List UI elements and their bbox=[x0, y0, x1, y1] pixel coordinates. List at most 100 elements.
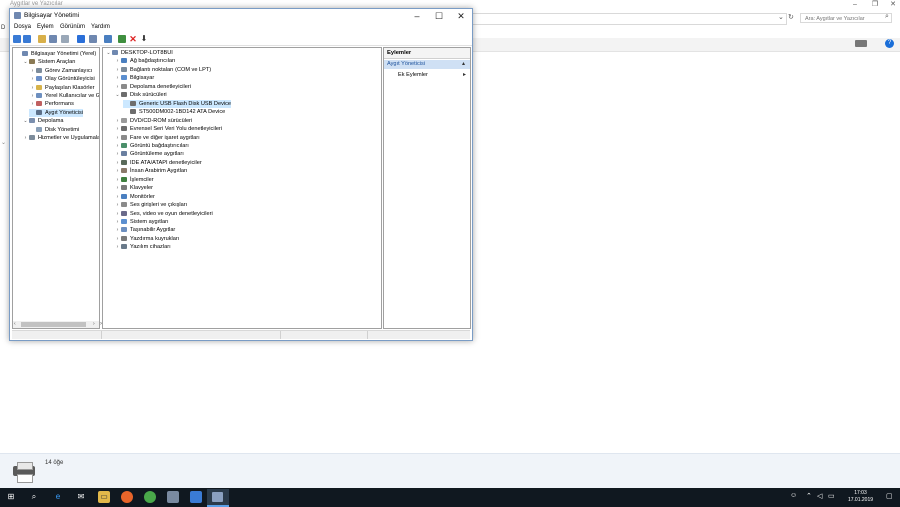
device-tree-item[interactable]: › Fare ve diğer işaret aygıtları bbox=[114, 134, 200, 142]
forward-icon[interactable] bbox=[23, 35, 31, 43]
scroll-left-icon[interactable]: ‹ bbox=[14, 321, 16, 327]
collapsed-chevron-icon[interactable]: › bbox=[114, 125, 121, 133]
device-tree-item[interactable]: › Sistem aygıtları bbox=[114, 218, 169, 226]
volume-icon[interactable]: ◁ bbox=[817, 492, 822, 500]
nav-tree-item[interactable]: › Görev Zamanlayıcı bbox=[29, 67, 93, 75]
network-icon[interactable]: ▭ bbox=[828, 492, 835, 500]
collapsed-chevron-icon[interactable]: › bbox=[114, 74, 121, 82]
device-tree-item[interactable]: › Görüntü bağdaştırıcıları bbox=[114, 142, 189, 150]
maximize-button[interactable]: ☐ bbox=[428, 10, 450, 22]
collapsed-chevron-icon[interactable]: › bbox=[114, 83, 121, 91]
device-tree-item[interactable]: › Ses, video ve oyun denetleyicileri bbox=[114, 210, 213, 218]
taskbar-clock[interactable]: 17:03 17.01.2019 bbox=[838, 490, 883, 504]
control-panel-icon[interactable] bbox=[190, 491, 202, 503]
nav-tree-item[interactable]: Bilgisayar Yönetimi (Yerel) bbox=[15, 50, 96, 58]
download-icon[interactable]: ⬇ bbox=[140, 35, 148, 43]
collapsed-chevron-icon[interactable]: › bbox=[114, 235, 121, 243]
nav-tree-item[interactable]: ⌄ Sistem Araçları bbox=[22, 58, 75, 66]
nav-tree-item[interactable]: › Paylaşılan Klasörler bbox=[29, 84, 95, 92]
menu-file[interactable]: Dosya bbox=[14, 24, 31, 30]
device-tree-item[interactable]: › Klavyeler bbox=[114, 184, 153, 192]
collapsed-chevron-icon[interactable]: › bbox=[114, 201, 121, 209]
device-tree-item[interactable]: › Bilgisayar bbox=[114, 74, 155, 82]
collapsed-chevron-icon[interactable]: › bbox=[114, 66, 121, 74]
collapsed-chevron-icon[interactable]: › bbox=[114, 117, 121, 125]
device-tree-item[interactable]: › Görüntüleme aygıtları bbox=[114, 150, 184, 158]
device-tree-item[interactable]: ST500DM002-1BD142 ATA Device bbox=[123, 108, 225, 116]
collapsed-chevron-icon[interactable]: › bbox=[29, 100, 36, 108]
close-button[interactable]: ✕ bbox=[450, 10, 472, 22]
collapsed-chevron-icon[interactable]: › bbox=[114, 167, 121, 175]
menu-view[interactable]: Görünüm bbox=[60, 24, 85, 30]
device-tree-item[interactable]: Generic USB Flash Disk USB Device bbox=[123, 99, 232, 108]
mail-icon[interactable]: ✉ bbox=[75, 491, 87, 503]
nav-tree-item[interactable]: Aygıt Yöneticisi bbox=[29, 108, 84, 117]
expanded-chevron-icon[interactable]: ⌄ bbox=[22, 58, 29, 66]
properties-icon[interactable] bbox=[61, 35, 69, 43]
expanded-chevron-icon[interactable]: ⌄ bbox=[22, 117, 29, 125]
collapsed-chevron-icon[interactable]: › bbox=[114, 150, 121, 158]
horizontal-scrollbar[interactable]: ‹ › bbox=[13, 321, 99, 328]
minimize-button[interactable]: – bbox=[406, 10, 428, 22]
device-tree-item[interactable]: › Monitörler bbox=[114, 193, 155, 201]
nav-tree-item[interactable]: › Hizmetler ve Uygulamalar bbox=[22, 134, 99, 142]
collapsed-chevron-icon[interactable]: › bbox=[114, 193, 121, 201]
view-options-icon[interactable] bbox=[855, 40, 867, 47]
nav-tree-item[interactable]: › Performans bbox=[29, 100, 74, 108]
nav-tree-item[interactable]: › Olay Görüntüleyicisi bbox=[29, 75, 95, 83]
back-icon[interactable] bbox=[13, 35, 21, 43]
show-hidden-icons-icon[interactable]: ⌃ bbox=[806, 492, 812, 500]
device-tree-item[interactable]: › Depolama denetleyicileri bbox=[114, 83, 191, 91]
uninstall-icon[interactable]: ✕ bbox=[129, 35, 137, 44]
collapsed-chevron-icon[interactable]: › bbox=[29, 92, 36, 100]
collapsed-chevron-icon[interactable]: › bbox=[114, 243, 121, 251]
people-icon[interactable]: ☺ bbox=[790, 492, 797, 499]
collapsed-chevron-icon[interactable]: › bbox=[114, 176, 121, 184]
collapsed-chevron-icon[interactable]: › bbox=[22, 134, 29, 142]
device-tree-item[interactable]: › IDE ATA/ATAPI denetleyiciler bbox=[114, 159, 202, 167]
expanded-chevron-icon[interactable]: ⌄ bbox=[114, 91, 121, 99]
bg-maximize-button[interactable]: ❐ bbox=[865, 0, 885, 10]
device-tree-item[interactable]: › Evrensel Seri Veri Yolu denetleyicileri bbox=[114, 125, 222, 133]
firefox-icon[interactable] bbox=[121, 491, 133, 503]
device-tree-item[interactable]: › İnsan Arabirim Aygıtları bbox=[114, 167, 188, 175]
device-tree-item[interactable]: › İşlemciler bbox=[114, 176, 154, 184]
help-icon[interactable] bbox=[77, 35, 85, 43]
update-driver-icon[interactable] bbox=[118, 35, 126, 43]
scroll-right-icon[interactable]: › bbox=[93, 321, 95, 327]
collapsed-chevron-icon[interactable]: › bbox=[114, 134, 121, 142]
nav-tree-item[interactable]: ⌄ Depolama bbox=[22, 117, 63, 125]
nav-tree-item[interactable]: › Yerel Kullanıcılar ve Gru bbox=[29, 92, 99, 100]
file-explorer-icon[interactable]: ▭ bbox=[98, 491, 110, 503]
computer-management-taskbar-button[interactable] bbox=[207, 489, 229, 507]
refresh-icon[interactable]: ↻ bbox=[788, 13, 794, 21]
collapsed-chevron-icon[interactable]: › bbox=[114, 210, 121, 218]
bg-minimize-button[interactable]: – bbox=[845, 0, 865, 10]
bg-close-button[interactable]: ✕ bbox=[883, 0, 900, 10]
collapsed-chevron-icon[interactable]: › bbox=[29, 84, 36, 92]
notifications-icon[interactable]: ▢ bbox=[886, 492, 893, 500]
menu-help[interactable]: Yardım bbox=[91, 24, 110, 30]
device-tree-item[interactable]: › Bağlantı noktaları (COM ve LPT) bbox=[114, 66, 211, 74]
collapse-icon[interactable]: ▴ bbox=[462, 60, 465, 67]
expanded-chevron-icon[interactable]: ⌄ bbox=[105, 49, 112, 57]
action-pane-icon[interactable] bbox=[89, 35, 97, 43]
collapsed-chevron-icon[interactable]: › bbox=[114, 57, 121, 65]
help-icon[interactable]: ? bbox=[885, 39, 894, 48]
collapsed-chevron-icon[interactable]: › bbox=[114, 142, 121, 150]
up-folder-icon[interactable] bbox=[38, 35, 46, 43]
collapsed-chevron-icon[interactable]: › bbox=[114, 226, 121, 234]
more-actions-item[interactable]: Ek Eylemler ▸ bbox=[384, 71, 470, 80]
device-tree-item[interactable]: › Taşınabilir Aygıtlar bbox=[114, 226, 176, 234]
chrome-icon[interactable] bbox=[144, 491, 156, 503]
chevron-down-icon[interactable]: ⌄ bbox=[778, 13, 784, 21]
collapsed-chevron-icon[interactable]: › bbox=[29, 67, 36, 75]
collapsed-chevron-icon[interactable]: › bbox=[29, 75, 36, 83]
search-icon[interactable]: ⌕ bbox=[28, 491, 40, 503]
store-icon[interactable] bbox=[167, 491, 179, 503]
device-tree-item[interactable]: › Ağ bağdaştırıcıları bbox=[114, 57, 176, 65]
device-tree-item[interactable]: ⌄ DESKTOP-LOT8BUI bbox=[105, 49, 172, 57]
device-tree-item[interactable]: › Yazdırma kuyrukları bbox=[114, 235, 180, 243]
bg-search-input[interactable]: Ara: Aygıtlar ve Yazıcılar bbox=[800, 13, 892, 23]
actions-section-device-manager[interactable]: Aygıt Yöneticisi ▴ bbox=[384, 60, 470, 69]
